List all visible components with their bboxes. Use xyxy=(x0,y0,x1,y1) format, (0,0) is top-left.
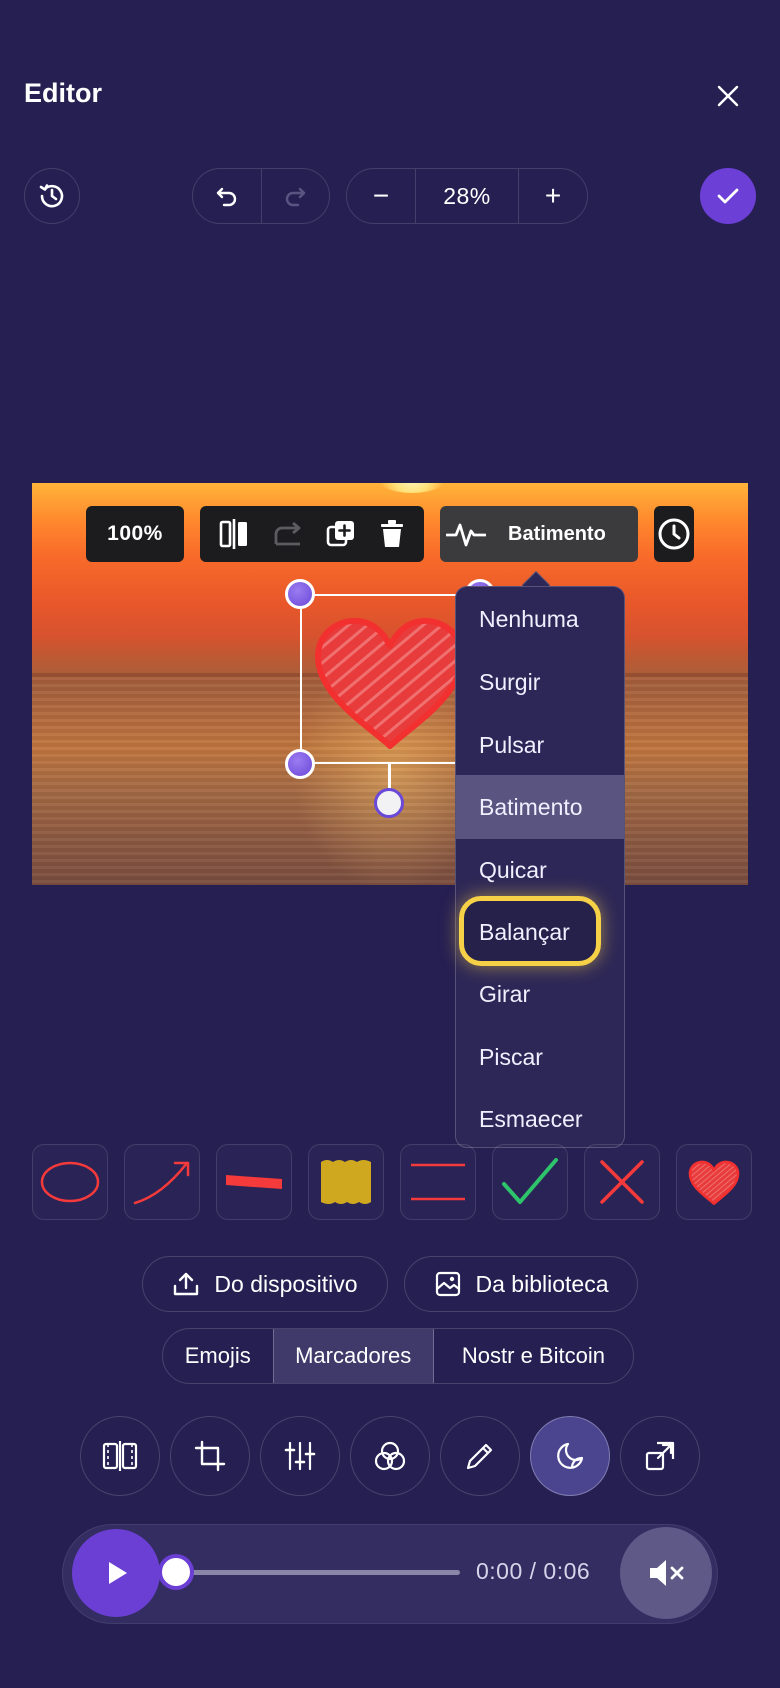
sticker-arrow[interactable] xyxy=(124,1144,200,1220)
heartbeat-icon xyxy=(446,523,486,547)
tab-marcadores[interactable]: Marcadores xyxy=(272,1329,434,1383)
animation-option-surgir[interactable]: Surgir xyxy=(456,650,624,714)
mute-button[interactable] xyxy=(620,1527,712,1619)
resize-handle-top-left[interactable] xyxy=(285,579,315,609)
trim-icon xyxy=(102,1441,138,1471)
from-device-label: Do dispositivo xyxy=(214,1270,358,1297)
resize-handle-bottom-left[interactable] xyxy=(285,749,315,779)
gallery-icon xyxy=(435,1271,460,1297)
animation-option-esmaecer[interactable]: Esmaecer xyxy=(456,1087,624,1151)
trim-tool-button[interactable] xyxy=(80,1416,160,1496)
object-scale[interactable]: 100% xyxy=(86,506,184,562)
adjust-icon xyxy=(284,1441,316,1471)
animation-selector[interactable]: Batimento xyxy=(440,506,638,562)
undo-icon xyxy=(216,187,236,207)
green-check-icon xyxy=(502,1158,558,1204)
muted-speaker-icon xyxy=(650,1560,684,1586)
object-actions xyxy=(200,506,424,562)
animation-option-piscar[interactable]: Piscar xyxy=(456,1025,624,1089)
sticker-ellipse[interactable] xyxy=(32,1144,108,1220)
from-library-label: Da biblioteca xyxy=(475,1270,609,1297)
animation-option-quicar[interactable]: Quicar xyxy=(456,838,624,902)
forward-icon[interactable] xyxy=(272,520,304,548)
clock-icon xyxy=(658,518,690,550)
close-icon xyxy=(717,85,739,107)
sticker-highlight-block[interactable] xyxy=(308,1144,384,1220)
page-title: Editor xyxy=(24,78,102,108)
filters-tool-button[interactable] xyxy=(350,1416,430,1496)
redo-icon xyxy=(286,187,306,207)
selection-box xyxy=(300,594,480,764)
close-button[interactable] xyxy=(712,80,744,112)
highlight-block-icon xyxy=(321,1160,371,1204)
double-line-icon xyxy=(411,1163,465,1201)
animation-option-batimento[interactable]: Batimento xyxy=(456,775,624,839)
undo-button[interactable] xyxy=(193,169,261,223)
draw-tool-button[interactable] xyxy=(440,1416,520,1496)
sticker-double-line[interactable] xyxy=(400,1144,476,1220)
zoom-in-button[interactable]: + xyxy=(519,169,587,223)
trash-icon[interactable] xyxy=(379,519,405,549)
animation-option-balancar[interactable]: Balançar xyxy=(456,900,624,964)
sticker-checkmark[interactable] xyxy=(492,1144,568,1220)
crop-tool-button[interactable] xyxy=(170,1416,250,1496)
playback-track[interactable] xyxy=(176,1570,460,1575)
filters-icon xyxy=(374,1441,406,1471)
sticker-icon xyxy=(557,1442,584,1469)
red-cross-icon xyxy=(600,1160,644,1204)
heart-icon xyxy=(688,1160,740,1205)
play-icon xyxy=(109,1562,127,1584)
ellipse-outline-icon xyxy=(40,1161,100,1203)
rotate-handle[interactable] xyxy=(374,788,404,818)
resize-icon xyxy=(645,1441,675,1471)
playback-thumb[interactable] xyxy=(158,1554,194,1590)
duplicate-icon[interactable] xyxy=(326,519,356,549)
check-icon xyxy=(717,188,739,204)
sticker-category-tabs: Emojis Marcadores Nostr e Bitcoin xyxy=(162,1328,634,1384)
zoom-out-button[interactable]: − xyxy=(347,169,415,223)
animation-label: Batimento xyxy=(508,522,606,545)
arrow-icon xyxy=(133,1161,190,1205)
sticker-tool-button[interactable] xyxy=(530,1416,610,1496)
animation-option-nenhuma[interactable]: Nenhuma xyxy=(456,587,624,651)
sticker-strip xyxy=(32,1144,780,1220)
history-button[interactable] xyxy=(24,168,80,224)
zoom-value: 28% xyxy=(415,169,519,223)
brush-stroke-icon xyxy=(226,1175,282,1189)
tab-emojis[interactable]: Emojis xyxy=(163,1329,273,1383)
sun xyxy=(372,483,452,493)
animation-dropdown: Nenhuma Surgir Pulsar Batimento Quicar B… xyxy=(455,586,625,1148)
adjust-tool-button[interactable] xyxy=(260,1416,340,1496)
sticker-cross[interactable] xyxy=(584,1144,660,1220)
tab-nostr-bitcoin[interactable]: Nostr e Bitcoin xyxy=(434,1329,633,1383)
animation-option-pulsar[interactable]: Pulsar xyxy=(456,713,624,777)
sticker-heart[interactable] xyxy=(676,1144,752,1220)
playback-time: 0:00 / 0:06 xyxy=(476,1558,591,1584)
from-device-button[interactable]: Do dispositivo xyxy=(142,1256,388,1312)
history-icon xyxy=(39,184,64,208)
flip-icon[interactable] xyxy=(219,518,249,550)
play-button[interactable] xyxy=(72,1529,160,1617)
pencil-icon xyxy=(466,1443,493,1470)
zoom-control: − 28% + xyxy=(346,168,588,224)
from-library-button[interactable]: Da biblioteca xyxy=(404,1256,638,1312)
confirm-button[interactable] xyxy=(700,168,756,224)
resize-tool-button[interactable] xyxy=(620,1416,700,1496)
upload-icon xyxy=(174,1272,199,1296)
animation-option-girar[interactable]: Girar xyxy=(456,962,624,1026)
timing-button[interactable] xyxy=(654,506,694,562)
sticker-brush-stroke[interactable] xyxy=(216,1144,292,1220)
undo-redo-group xyxy=(192,168,330,224)
redo-button[interactable] xyxy=(260,169,330,223)
crop-icon xyxy=(194,1440,226,1472)
